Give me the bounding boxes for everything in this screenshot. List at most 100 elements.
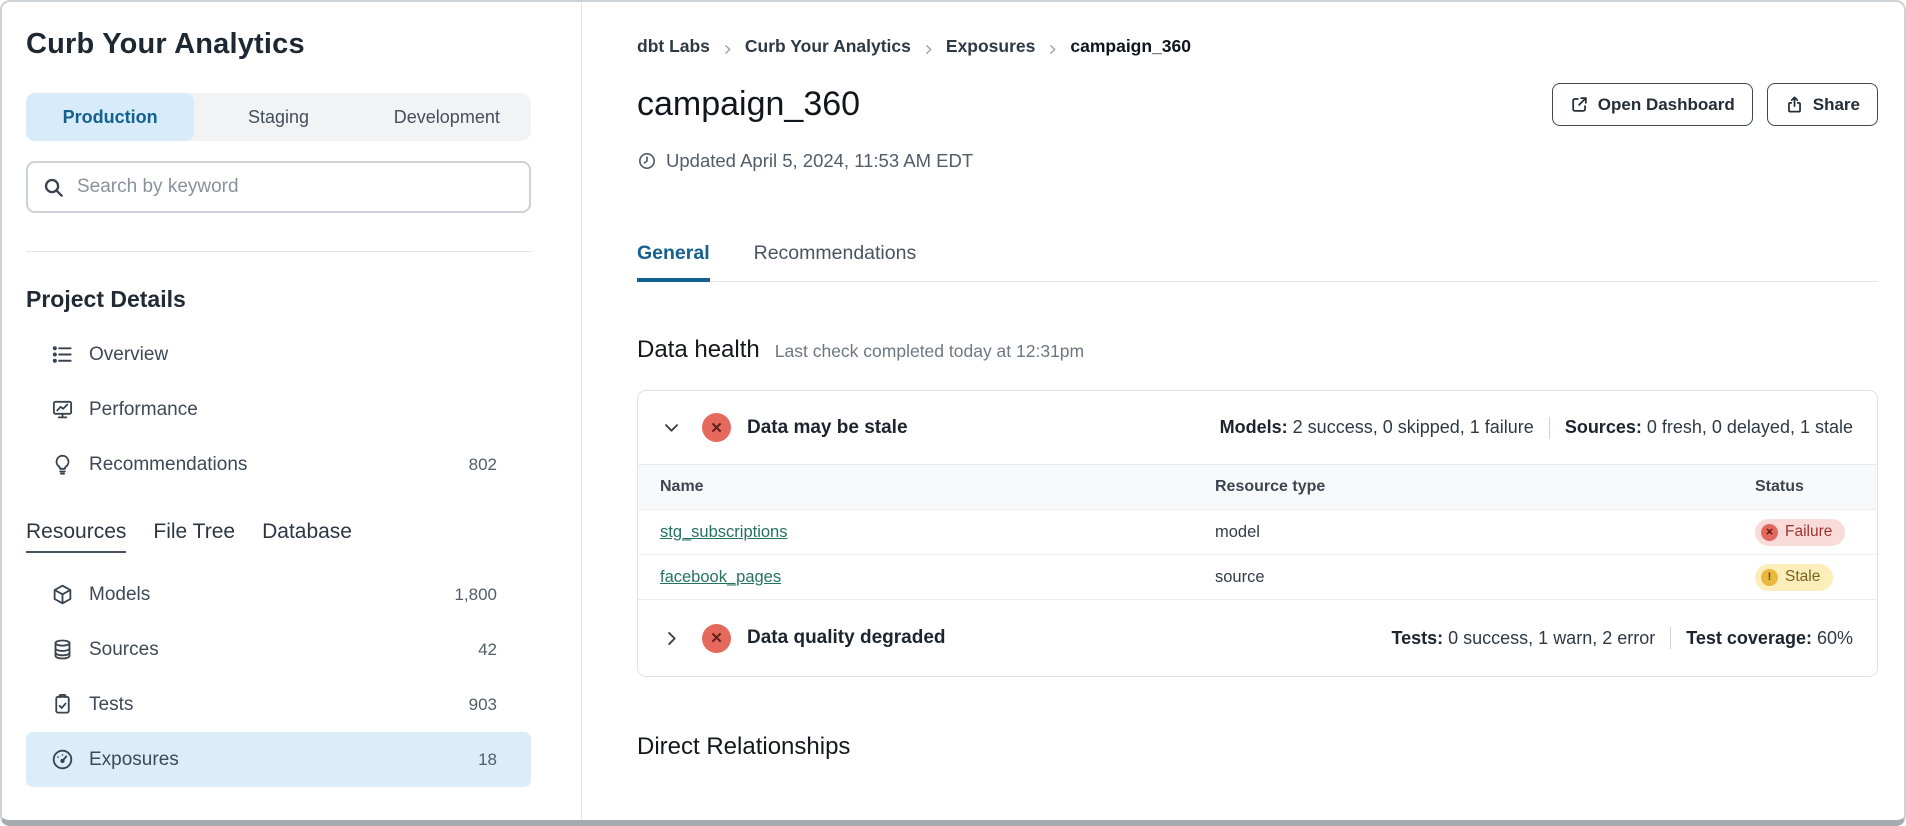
exclamation-circle-icon: ! (1761, 569, 1778, 586)
updated-timestamp: Updated April 5, 2024, 11:53 AM EDT (637, 150, 1878, 172)
open-dashboard-label: Open Dashboard (1598, 95, 1735, 115)
updated-text: Updated April 5, 2024, 11:53 AM EDT (666, 150, 973, 172)
column-header-status: Status (1755, 478, 1877, 496)
sidebar-item-label: Sources (89, 639, 159, 661)
gauge-icon (51, 748, 74, 771)
status-badge: ! Stale (1755, 564, 1833, 591)
sidebar-item-tests[interactable]: Tests 903 (26, 677, 531, 732)
project-details-nav: Overview Performance (26, 327, 531, 492)
breadcrumb-exposures[interactable]: Exposures (946, 36, 1035, 57)
chevron-down-icon[interactable] (662, 418, 681, 437)
page-title: campaign_360 (637, 85, 860, 124)
resource-link[interactable]: facebook_pages (660, 568, 781, 586)
main-content: dbt Labs Curb Your Analytics Exposures c… (582, 2, 1904, 820)
sidebar-item-models[interactable]: Models 1,800 (26, 567, 531, 622)
status-badge: ✕ Failure (1755, 519, 1845, 546)
share-button[interactable]: Share (1767, 83, 1878, 126)
sidebar-item-count: 1,800 (454, 585, 531, 605)
sidebar-item-performance[interactable]: Performance (26, 382, 531, 437)
error-circle-icon: ✕ (702, 413, 731, 442)
stale-section-title: Data may be stale (747, 417, 908, 439)
status-label: Stale (1785, 568, 1820, 586)
breadcrumb-project[interactable]: Curb Your Analytics (745, 36, 911, 57)
database-icon (51, 638, 74, 661)
search-input[interactable] (77, 176, 515, 198)
performance-icon (51, 398, 74, 421)
sources-summary: Sources: 0 fresh, 0 delayed, 1 stale (1565, 417, 1853, 438)
browse-tabs: Resources File Tree Database (26, 520, 531, 553)
sidebar-divider (26, 251, 531, 252)
stale-resources-table: Name Resource type Status stg_subscripti… (638, 464, 1877, 599)
tab-database[interactable]: Database (262, 520, 352, 553)
chevron-right-icon (1046, 40, 1059, 53)
sidebar-item-count: 18 (478, 750, 531, 770)
models-summary: Models: 2 success, 0 skipped, 1 failure (1220, 417, 1534, 438)
env-tab-development[interactable]: Development (363, 93, 531, 141)
sidebar-item-count: 802 (469, 455, 531, 475)
project-details-heading: Project Details (26, 286, 531, 313)
summary-divider (1549, 417, 1550, 439)
stale-section-row[interactable]: ✕ Data may be stale Models: 2 success, 0… (638, 391, 1877, 464)
quality-section-row[interactable]: ✕ Data quality degraded Tests: 0 success… (638, 599, 1877, 676)
resource-link[interactable]: stg_subscriptions (660, 523, 787, 541)
detail-tabs: General Recommendations (637, 242, 1878, 282)
column-header-name: Name (638, 478, 1215, 496)
breadcrumb-current: campaign_360 (1070, 36, 1191, 57)
sidebar-item-label: Overview (89, 344, 168, 366)
project-title: Curb Your Analytics (26, 28, 531, 61)
breadcrumb-dbt-labs[interactable]: dbt Labs (637, 36, 710, 57)
sidebar-item-label: Performance (89, 399, 198, 421)
tests-summary: Tests: 0 success, 1 warn, 2 error (1391, 628, 1655, 649)
tab-recommendations[interactable]: Recommendations (754, 242, 917, 282)
breadcrumb: dbt Labs Curb Your Analytics Exposures c… (637, 36, 1878, 57)
quality-summary: Tests: 0 success, 1 warn, 2 error Test c… (1391, 627, 1853, 649)
resources-nav: Models 1,800 Sources 42 (26, 567, 531, 787)
summary-divider (1670, 627, 1671, 649)
data-health-header: Data health Last check completed today a… (637, 336, 1878, 364)
chevron-right-icon (922, 40, 935, 53)
data-health-title: Data health (637, 336, 760, 364)
sidebar: Curb Your Analytics Production Staging D… (2, 2, 582, 820)
chevron-right-icon[interactable] (662, 629, 681, 648)
external-link-icon (1570, 95, 1589, 114)
error-circle-icon: ✕ (702, 624, 731, 653)
sidebar-item-count: 903 (469, 695, 531, 715)
list-icon (51, 343, 74, 366)
search-box[interactable] (26, 161, 531, 213)
direct-relationships-heading: Direct Relationships (637, 733, 1878, 761)
share-icon (1785, 95, 1804, 114)
environment-tabs: Production Staging Development (26, 93, 531, 141)
header-actions: Open Dashboard Share (1552, 83, 1878, 126)
data-health-card: ✕ Data may be stale Models: 2 success, 0… (637, 390, 1878, 677)
sidebar-item-label: Exposures (89, 749, 179, 771)
stale-summary: Models: 2 success, 0 skipped, 1 failure … (1220, 417, 1853, 439)
sidebar-item-label: Models (89, 584, 150, 606)
lightbulb-icon (51, 453, 74, 476)
table-row: stg_subscriptions model ✕ Failure (638, 509, 1877, 554)
table-header-row: Name Resource type Status (638, 465, 1877, 509)
sidebar-item-sources[interactable]: Sources 42 (26, 622, 531, 677)
share-label: Share (1813, 95, 1860, 115)
env-tab-staging[interactable]: Staging (194, 93, 362, 141)
sidebar-item-exposures[interactable]: Exposures 18 (26, 732, 531, 787)
sidebar-item-label: Recommendations (89, 454, 247, 476)
app-window: Curb Your Analytics Production Staging D… (0, 0, 1906, 826)
env-tab-production[interactable]: Production (26, 93, 194, 141)
x-circle-icon: ✕ (1761, 524, 1778, 541)
clock-icon (637, 151, 657, 171)
sidebar-item-overview[interactable]: Overview (26, 327, 531, 382)
tab-resources[interactable]: Resources (26, 520, 126, 553)
tab-file-tree[interactable]: File Tree (153, 520, 235, 553)
cube-icon (51, 583, 74, 606)
column-header-resource-type: Resource type (1215, 478, 1755, 496)
page-header: campaign_360 Open Dashboard (637, 83, 1878, 126)
table-row: facebook_pages source ! Stale (638, 554, 1877, 599)
coverage-summary: Test coverage: 60% (1686, 628, 1853, 649)
resource-type: model (1215, 523, 1755, 542)
resource-type: source (1215, 568, 1755, 587)
chevron-right-icon (721, 40, 734, 53)
open-dashboard-button[interactable]: Open Dashboard (1552, 83, 1753, 126)
tab-general[interactable]: General (637, 242, 710, 282)
sidebar-item-count: 42 (478, 640, 531, 660)
sidebar-item-recommendations[interactable]: Recommendations 802 (26, 437, 531, 492)
